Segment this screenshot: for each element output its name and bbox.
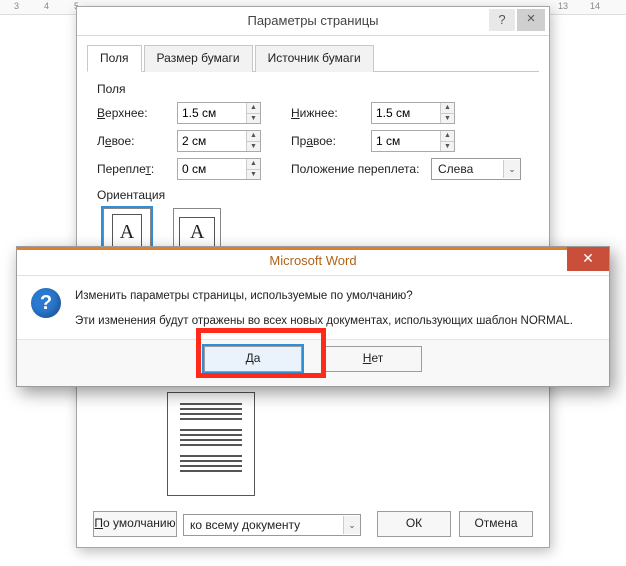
confirm-dialog: Microsoft Word ✕ ? Изменить параметры ст… <box>16 246 610 387</box>
dialog-title: Параметры страницы <box>247 13 378 28</box>
gutter-position-select[interactable]: Слева ⌄ <box>431 158 521 180</box>
margin-top-input[interactable]: ▲▼ <box>177 102 261 124</box>
confirm-titlebar: Microsoft Word ✕ <box>17 247 609 276</box>
landscape-icon: A <box>179 217 215 247</box>
gutter-position-label: Положение переплета: <box>291 162 431 176</box>
ok-button[interactable]: ОК <box>377 511 451 537</box>
margin-left-label: Левое: <box>97 134 177 148</box>
margin-left-input[interactable]: ▲▼ <box>177 130 261 152</box>
group-margins-label: Поля <box>97 82 529 96</box>
margin-top-label: Верхнее: <box>97 106 177 120</box>
tab-fields[interactable]: Поля <box>87 45 142 72</box>
close-button[interactable]: × <box>517 9 545 31</box>
group-orientation-label: Ориентация <box>97 188 529 202</box>
no-button[interactable]: Нет <box>324 346 422 372</box>
yes-button[interactable]: Да <box>204 346 302 372</box>
margin-right-label: Правое: <box>291 134 371 148</box>
spin-up-icon[interactable]: ▲ <box>247 103 260 114</box>
margin-bottom-input[interactable]: ▲▼ <box>371 102 455 124</box>
spin-down-icon[interactable]: ▼ <box>247 114 260 124</box>
portrait-icon: A <box>112 214 142 250</box>
cancel-button[interactable]: Отмена <box>459 511 533 537</box>
tab-paper-source[interactable]: Источник бумаги <box>255 45 374 72</box>
margin-bottom-label: Нижнее: <box>291 106 371 120</box>
margin-gutter-input[interactable]: ▲▼ <box>177 158 261 180</box>
margin-gutter-label: Переплет: <box>97 162 177 176</box>
chevron-down-icon: ⌄ <box>503 160 520 178</box>
confirm-text: Изменить параметры страницы, используемы… <box>75 288 595 329</box>
question-icon: ? <box>31 288 61 318</box>
tab-strip: Поля Размер бумаги Источник бумаги <box>87 44 539 72</box>
margin-right-input[interactable]: ▲▼ <box>371 130 455 152</box>
confirm-close-button[interactable]: ✕ <box>567 247 609 271</box>
tab-paper-size[interactable]: Размер бумаги <box>144 45 253 72</box>
dialog-titlebar: Параметры страницы ? × <box>77 7 549 36</box>
confirm-title: Microsoft Word <box>269 253 356 268</box>
set-default-button[interactable]: По умолчанию <box>93 511 177 537</box>
page-preview <box>167 392 255 496</box>
help-button[interactable]: ? <box>489 9 515 31</box>
